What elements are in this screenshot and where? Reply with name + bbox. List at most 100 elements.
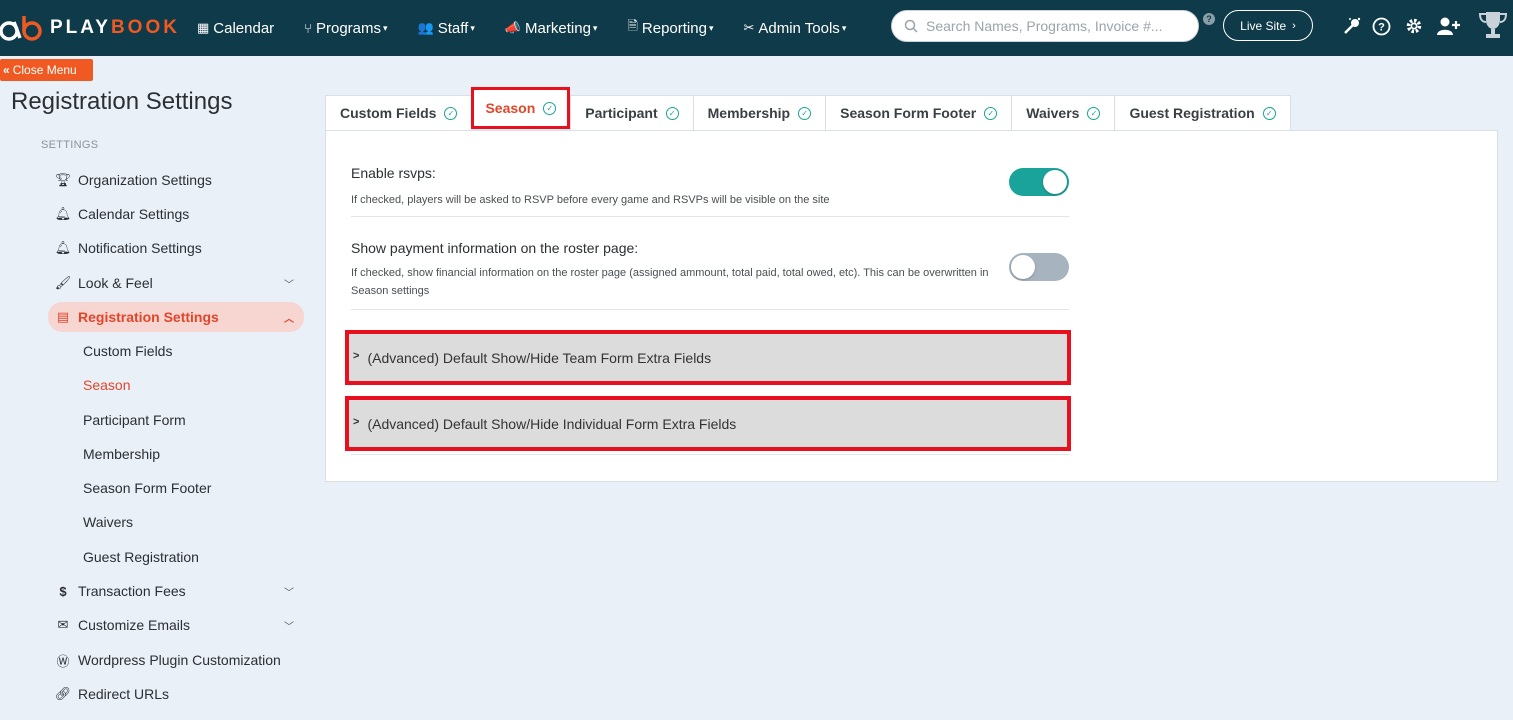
trophy-icon[interactable]	[1476, 9, 1510, 41]
rsvp-label: Enable rsvps:	[351, 165, 436, 181]
payment-info-label: Show payment information on the roster p…	[351, 240, 639, 256]
sidebar-item-label: Wordpress Plugin Customization	[78, 652, 281, 668]
advanced-team-fields-accordion[interactable]: > (Advanced) Default Show/Hide Team Form…	[345, 330, 1071, 385]
programs-icon: ⑂	[304, 20, 312, 36]
chevron-right-icon: >	[353, 415, 360, 428]
megaphone-icon: 📣	[504, 20, 522, 35]
check-circle-icon: ✓	[798, 106, 812, 120]
sidebar-item-label: Redirect URLs	[78, 686, 170, 702]
sidebar-section-label: SETTINGS	[41, 139, 99, 151]
calendar-icon: ▦	[197, 20, 210, 35]
chevron-right-icon: >	[353, 349, 360, 362]
chevron-down-icon: ▾	[383, 22, 388, 33]
sidebar-subitem-custom-fields[interactable]: Custom Fields	[83, 343, 172, 359]
link-icon: 🔗︎	[54, 686, 72, 701]
help-icon[interactable]: ?	[1370, 14, 1392, 38]
nav-admin-tools-label: Admin Tools	[758, 19, 840, 37]
check-circle-icon: ✓	[1087, 106, 1101, 120]
sidebar-item-transaction-fees[interactable]: $ Transaction Fees ﹀	[48, 576, 304, 606]
chevron-down-icon: ﹀	[284, 279, 294, 291]
payment-info-toggle[interactable]	[1009, 253, 1069, 281]
chevron-up-icon: ︿	[284, 313, 294, 325]
nav-programs[interactable]: ⑂ Programs ▾	[304, 20, 387, 37]
rsvp-toggle[interactable]	[1009, 168, 1069, 196]
sidebar-subitem-season-form-footer[interactable]: Season Form Footer	[83, 480, 211, 496]
nav-admin-tools[interactable]: ✂ Admin Tools ▾	[743, 20, 846, 37]
top-navbar: PLAYBOOK ▦ Calendar ⑂ Programs ▾ 👥 Staff…	[0, 0, 1513, 56]
check-circle-icon: ✓	[984, 106, 998, 120]
advanced-individual-fields-accordion[interactable]: > (Advanced) Default Show/Hide Individua…	[345, 396, 1071, 451]
sidebar-subitem-season[interactable]: Season	[83, 377, 130, 393]
sidebar-item-calendar-settings[interactable]: 🔔︎ Calendar Settings	[48, 199, 304, 229]
chevron-down-icon: ▾	[841, 22, 847, 33]
toggle-knob	[1043, 170, 1067, 194]
sidebar-item-label: Transaction Fees	[78, 583, 186, 599]
sidebar-item-customize-emails[interactable]: ✉ Customize Emails ﹀	[48, 610, 304, 640]
bell-icon: 🔔︎	[54, 206, 72, 221]
tab-label: Participant	[585, 105, 658, 121]
sidebar-subitem-participant-form[interactable]: Participant Form	[83, 412, 186, 428]
chevron-down-icon: ﹀	[284, 621, 294, 633]
sidebar-item-label: Organization Settings	[78, 172, 212, 188]
nav-staff[interactable]: 👥 Staff ▾	[418, 20, 475, 37]
close-menu-label: Close Menu	[12, 63, 77, 77]
tab-guest-registration[interactable]: Guest Registration ✓	[1114, 95, 1291, 131]
nav-staff-label: Staff	[437, 19, 469, 37]
tab-waivers[interactable]: Waivers ✓	[1011, 95, 1115, 131]
tab-label: Membership	[707, 105, 791, 121]
live-site-button[interactable]: Live Site ›	[1223, 10, 1313, 41]
logo-mark-icon	[0, 16, 42, 41]
search-input[interactable]	[926, 18, 1186, 34]
setting-row-rsvp: Enable rsvps: If checked, players will b…	[351, 165, 1069, 217]
rsvp-description: If checked, players will be asked to RSV…	[351, 194, 830, 206]
sidebar-item-registration-settings[interactable]: ▤ Registration Settings ︿	[48, 302, 304, 332]
close-menu-button[interactable]: « Close Menu	[0, 59, 93, 81]
tab-season[interactable]: Season ✓	[471, 87, 571, 129]
sidebar-item-label: Customize Emails	[78, 617, 191, 633]
playbook-logo[interactable]: PLAYBOOK	[0, 10, 180, 46]
chevron-down-icon: ﹀	[284, 587, 294, 599]
chevron-down-icon: ▾	[470, 22, 475, 33]
setting-row-payment-info: Show payment information on the roster p…	[351, 240, 1069, 310]
nav-marketing[interactable]: 📣 Marketing ▾	[505, 20, 598, 37]
sidebar-item-organization-settings[interactable]: 🏆︎ Organization Settings	[48, 165, 304, 195]
global-search[interactable]	[891, 10, 1199, 42]
double-chevron-left-icon: «	[3, 63, 10, 77]
nav-calendar[interactable]: ▦ Calendar	[197, 20, 274, 37]
sidebar-subitem-waivers[interactable]: Waivers	[83, 514, 133, 530]
main-nav: ▦ Calendar ⑂ Programs ▾ 👥 Staff ▾ 📣 Mark…	[197, 0, 876, 56]
sidebar-item-notification-settings[interactable]: 🔔︎ Notification Settings	[48, 233, 304, 263]
logo-text: PLAYBOOK	[50, 17, 180, 38]
bug-report-icon[interactable]	[1340, 14, 1364, 38]
tab-participant[interactable]: Participant ✓	[570, 95, 693, 131]
add-user-icon[interactable]	[1436, 14, 1462, 38]
sidebar-item-label: Calendar Settings	[78, 206, 190, 222]
live-site-label: Live Site	[1240, 18, 1287, 33]
tab-membership[interactable]: Membership ✓	[692, 95, 826, 131]
gear-icon[interactable]	[1403, 14, 1425, 38]
sidebar-subitem-membership[interactable]: Membership	[83, 446, 160, 462]
search-help-icon[interactable]: ?	[1203, 13, 1215, 25]
check-circle-icon: ✓	[543, 101, 557, 115]
tab-label: Season	[485, 100, 536, 116]
page-title: Registration Settings	[11, 88, 233, 115]
check-circle-icon: ✓	[665, 106, 679, 120]
sidebar-item-label: Notification Settings	[78, 240, 202, 256]
sidebar-subitem-guest-registration[interactable]: Guest Registration	[83, 549, 199, 565]
trophy-icon: 🏆︎	[54, 172, 72, 187]
tab-season-form-footer[interactable]: Season Form Footer ✓	[825, 95, 1012, 131]
sidebar-item-redirect-urls[interactable]: 🔗︎ Redirect URLs	[48, 679, 304, 709]
sidebar-item-wordpress-plugin[interactable]: Ⓦ Wordpress Plugin Customization	[48, 645, 304, 675]
chevron-down-icon: ▾	[592, 22, 598, 33]
nav-reporting[interactable]: 🗎 Reporting ▾	[627, 17, 713, 39]
tools-icon: ✂	[743, 20, 755, 35]
tab-label: Season Form Footer	[840, 105, 977, 121]
tab-label: Waivers	[1026, 105, 1080, 121]
tab-label: Custom Fields	[340, 105, 437, 121]
tab-custom-fields[interactable]: Custom Fields ✓	[325, 95, 472, 131]
chevron-right-icon: ›	[1292, 19, 1296, 32]
nav-reporting-label: Reporting	[641, 19, 707, 37]
sidebar-item-look-and-feel[interactable]: 🖌︎ Look & Feel ﹀	[48, 268, 304, 298]
divider	[351, 454, 1069, 455]
payment-info-description: If checked, show financial information o…	[351, 267, 989, 297]
